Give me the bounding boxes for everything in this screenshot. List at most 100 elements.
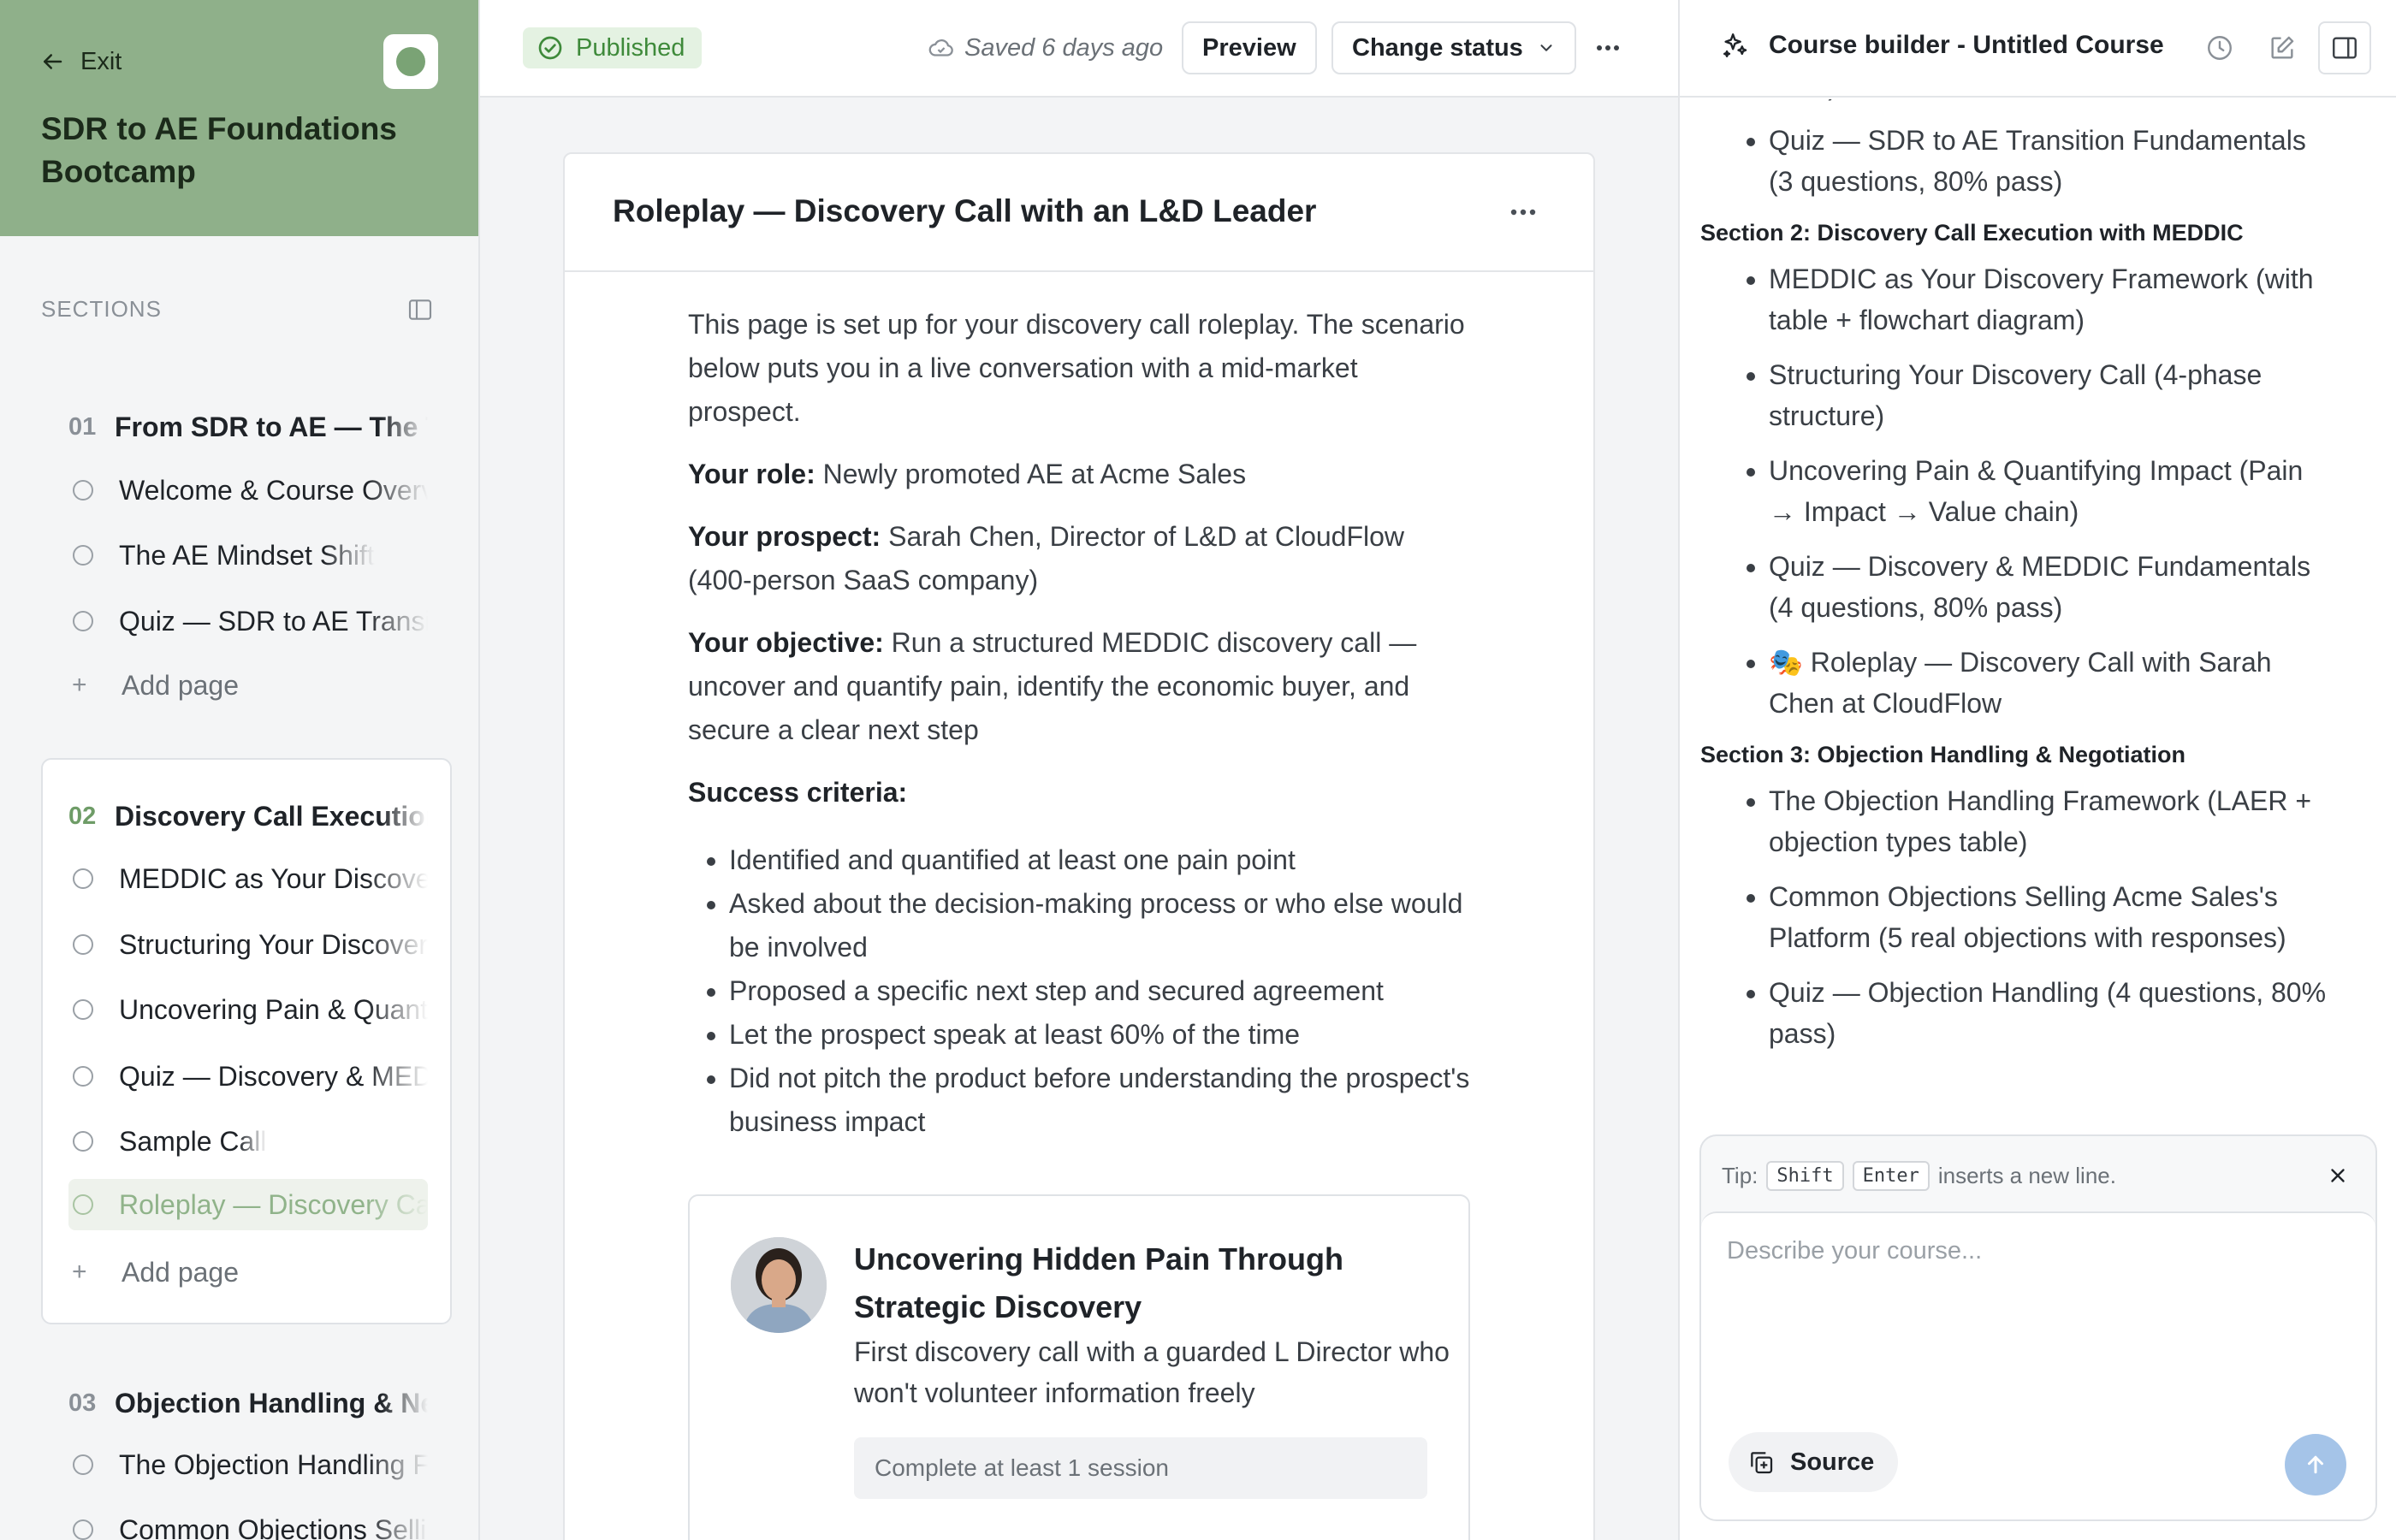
- page-status-circle-icon: [73, 999, 93, 1020]
- toggle-panel-button[interactable]: [2318, 21, 2371, 74]
- add-page-label: Add page: [122, 669, 240, 701]
- add-source-icon: [1751, 1452, 1773, 1474]
- sidebar-page-item[interactable]: Common Objections Selling Acme Sales's P…: [68, 1504, 428, 1540]
- sidebar-page-item[interactable]: Quiz — Discovery & MEDDIC Fundamentals: [68, 1051, 428, 1102]
- role-paragraph: Your role: Newly promoted AE at Acme Sal…: [688, 453, 1475, 496]
- panel-right-icon: [2333, 37, 2357, 59]
- builder-title: Course builder - Untitled Course: [1769, 31, 2164, 59]
- sidebar-page-item[interactable]: Welcome & Course Overview: [68, 465, 428, 516]
- page-status-circle-icon: [73, 1454, 93, 1475]
- page-label: Sample Call: [119, 1125, 267, 1157]
- send-button[interactable]: [2285, 1434, 2346, 1496]
- page-header: Roleplay — Discovery Call with an L&D Le…: [565, 154, 1593, 272]
- tip-prefix: Tip:: [1722, 1162, 1758, 1188]
- page-label: Uncovering Pain & Quantifying Impact: [119, 993, 428, 1025]
- course-sidebar: Exit SDR to AE Foundations Bootcamp SECT…: [0, 0, 480, 1540]
- section-number: 02: [68, 802, 97, 830]
- page-label: The Objection Handling Framework: [119, 1448, 428, 1480]
- outline-section-heading: Section 3: Objection Handling & Negotiat…: [1700, 742, 2186, 767]
- sidebar-collapse-icon[interactable]: [406, 296, 435, 323]
- section-01-header[interactable]: 01 From SDR to AE — The Transition: [68, 408, 428, 446]
- course-color-button[interactable]: [383, 34, 438, 89]
- page-label: MEDDIC as Your Discovery Framework: [119, 862, 428, 894]
- criteria-list: Identified and quantified at least one p…: [688, 838, 1475, 1144]
- person-avatar-icon: [731, 1237, 827, 1333]
- editor-topbar: Published Saved 6 days ago Preview Chang…: [480, 0, 1678, 98]
- prospect-paragraph: Your prospect: Sarah Chen, Director of L…: [688, 515, 1475, 602]
- list-item: Identified and quantified at least one p…: [729, 838, 1475, 882]
- arrow-left-icon: [44, 54, 62, 69]
- sidebar-page-item[interactable]: The AE Mindset Shift: [68, 530, 428, 581]
- outline-list: The Objection Handling Framework (LAER +…: [1735, 780, 2334, 1054]
- page-label: Structuring Your Discovery Call: [119, 928, 428, 960]
- change-status-button[interactable]: Change status: [1331, 21, 1576, 74]
- section-number: 03: [68, 1389, 97, 1417]
- input-tip: Tip: Shift Enter inserts a new line.: [1722, 1157, 2116, 1194]
- close-icon: [2331, 1169, 2345, 1182]
- save-status: Saved 6 days ago: [927, 31, 1163, 65]
- sidebar-page-item-active[interactable]: Roleplay — Discovery Call with Sarah Che…: [68, 1179, 428, 1230]
- list-item: The Objection Handling Framework (LAER +…: [1769, 780, 2334, 862]
- list-item: Uncovering Pain & Quantifying Impact (Pa…: [1769, 450, 2334, 532]
- plus-icon: +: [72, 1258, 87, 1286]
- section-02-card: [41, 758, 452, 1324]
- section-title: From SDR to AE — The Transition: [115, 411, 428, 442]
- sidebar-page-item[interactable]: MEDDIC as Your Discovery Framework: [68, 853, 428, 904]
- sidebar-page-item[interactable]: Uncovering Pain & Quantifying Impact: [68, 984, 428, 1035]
- preview-button[interactable]: Preview: [1182, 21, 1317, 74]
- add-page-button[interactable]: + Add page: [68, 1251, 239, 1294]
- roleplay-card[interactable]: Uncovering Hidden Pain Through Strategic…: [688, 1194, 1470, 1540]
- outline-content: table) Quiz — SDR to AE Transition Funda…: [1700, 99, 2334, 1068]
- page-label: Roleplay — Discovery Call with Sarah Che…: [119, 1188, 428, 1220]
- page-label: Welcome & Course Overview: [119, 474, 428, 506]
- shift-key: Shift: [1766, 1160, 1844, 1191]
- list-item: Let the prospect speak at least 60% of t…: [729, 1013, 1475, 1057]
- builder-outline: table) Quiz — SDR to AE Transition Funda…: [1680, 99, 2396, 1126]
- outline-list: table) Quiz — SDR to AE Transition Funda…: [1735, 99, 2334, 202]
- page-title[interactable]: Roleplay — Discovery Call with an L&D Le…: [613, 193, 1316, 229]
- outline-list: MEDDIC as Your Discovery Framework (with…: [1735, 258, 2334, 724]
- page-content[interactable]: This page is set up for your discovery c…: [688, 303, 1475, 1144]
- course-title: SDR to AE Foundations Bootcamp: [41, 111, 397, 189]
- roleplay-title: Uncovering Hidden Pain Through Strategic…: [854, 1241, 1344, 1324]
- edit-icon: [2271, 36, 2294, 59]
- arrow-up-icon: [2308, 1455, 2323, 1474]
- history-button[interactable]: [2203, 31, 2237, 65]
- objective-paragraph: Your objective: Run a structured MEDDIC …: [688, 621, 1475, 752]
- source-button[interactable]: Source: [1729, 1432, 1899, 1492]
- tip-suffix: inserts a new line.: [1937, 1162, 2116, 1188]
- page-label: Common Objections Selling Acme Sales's P…: [119, 1513, 428, 1540]
- sidebar-page-item[interactable]: Quiz — SDR to AE Transition Fundamentals: [68, 595, 428, 647]
- check-circle-icon: [538, 36, 562, 60]
- sidebar-page-item[interactable]: Structuring Your Discovery Call: [68, 919, 428, 970]
- clock-icon: [2208, 36, 2232, 60]
- add-page-button[interactable]: + Add page: [68, 664, 239, 707]
- role-value: Newly promoted AE at Acme Sales: [815, 459, 1247, 489]
- plus-icon: +: [72, 671, 87, 699]
- roleplay-requirement: Complete at least 1 session: [854, 1437, 1427, 1499]
- section-03-header[interactable]: 03 Objection Handling & Negotiation: [68, 1384, 428, 1422]
- page-menu-button[interactable]: [1503, 195, 1544, 229]
- objective-label: Your objective:: [688, 627, 884, 658]
- enter-key: Enter: [1852, 1160, 1930, 1191]
- list-item: Quiz — Discovery & MEDDIC Fundamentals (…: [1769, 546, 2334, 628]
- course-description-input[interactable]: [1727, 1237, 2343, 1408]
- section-02-header[interactable]: 02 Discovery Call Execution with MEDDIC: [68, 797, 428, 835]
- role-label: Your role:: [688, 459, 815, 489]
- list-item: 🎭 Roleplay — Discovery Call with Sarah C…: [1769, 642, 2334, 724]
- sidebar-page-item[interactable]: Sample Call: [68, 1116, 428, 1167]
- close-tip-button[interactable]: [2321, 1158, 2355, 1193]
- new-chat-button[interactable]: [2265, 31, 2299, 65]
- more-options-button[interactable]: [1589, 31, 1627, 65]
- outline-section-heading: Section 2: Discovery Call Execution with…: [1700, 220, 2244, 246]
- status-label: Published: [576, 33, 685, 62]
- section-number: 01: [68, 412, 97, 441]
- criteria-label: Success criteria:: [688, 777, 908, 808]
- chevron-down-icon: [1540, 44, 1552, 51]
- list-item: MEDDIC as Your Discovery Framework (with…: [1769, 258, 2334, 341]
- exit-button[interactable]: Exit: [39, 43, 122, 80]
- prospect-avatar: [731, 1237, 827, 1333]
- sidebar-page-item[interactable]: The Objection Handling Framework: [68, 1439, 428, 1490]
- builder-header: Course builder - Untitled Course: [1680, 0, 2396, 98]
- page-label: Quiz — SDR to AE Transition Fundamentals: [119, 605, 428, 637]
